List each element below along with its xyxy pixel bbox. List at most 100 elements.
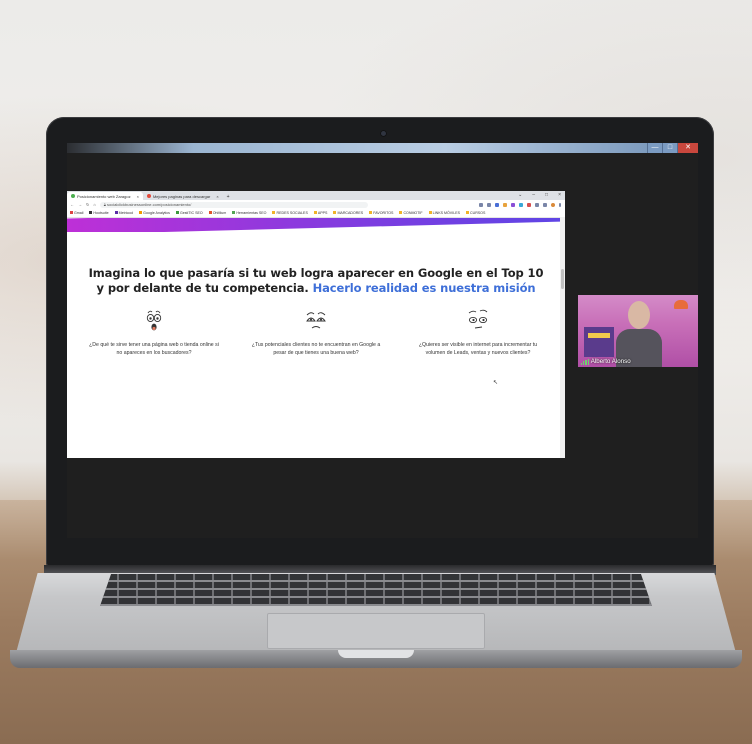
bookmark-star-icon[interactable]: [487, 202, 491, 207]
purple-hero-band: [67, 218, 565, 232]
site-favicon-icon: [146, 194, 151, 198]
puzzle-icon[interactable]: [535, 202, 539, 207]
tab-posicionamiento[interactable]: Posicionamiento web Zaragoz ×: [67, 192, 143, 200]
bookmark-gmail[interactable]: Gmail: [70, 211, 83, 215]
close-icon[interactable]: ×: [558, 192, 561, 198]
bookmark-folder-conmotif[interactable]: CONMOTIF: [399, 211, 423, 215]
folder-icon: [313, 211, 317, 214]
host-window-controls: — □ ✕: [647, 143, 698, 153]
feature-item: ¿Quieres ser visible en internet para in…: [413, 308, 543, 357]
folder-icon: [428, 211, 432, 214]
forward-arrow-icon[interactable]: →: [78, 202, 82, 207]
bookmark-ohmium[interactable]: OhMium: [208, 211, 226, 215]
laptop-camera: [380, 130, 387, 137]
bookmark-folder-marcadores[interactable]: MARCADORES: [333, 211, 363, 215]
bookmark-metricool[interactable]: Metricool: [114, 211, 133, 215]
browser-window-controls: ⌄ – □ ×: [518, 192, 561, 198]
headline-line-2: y por delante de tu competencia. Hacerlo…: [67, 281, 565, 296]
webcam-thumbnail[interactable]: Alberto Alonso: [578, 295, 698, 367]
home-icon[interactable]: ⌂: [93, 202, 95, 207]
extension-icon[interactable]: [495, 202, 499, 207]
feature-item: ¿Tus potenciales clientes no te encuentr…: [251, 308, 381, 357]
tab-mejores-paginas[interactable]: Mejores paginas para descargar ×: [143, 192, 223, 200]
feature-text: ¿Tus potenciales clientes no te encuentr…: [251, 342, 381, 356]
worried-face-icon: [251, 308, 381, 336]
herramientas-icon: [232, 211, 236, 214]
close-tab-icon[interactable]: ×: [216, 194, 218, 199]
close-button[interactable]: ✕: [677, 143, 698, 153]
close-tab-icon[interactable]: ×: [137, 194, 139, 199]
back-arrow-icon[interactable]: ←: [70, 202, 74, 207]
url-input[interactable]: 🔒︎ socialclickbusinessonline.com/posicio…: [99, 201, 368, 208]
menu-dots-icon[interactable]: [559, 202, 561, 207]
lamp-shape: [674, 300, 688, 309]
minimize-button[interactable]: —: [647, 143, 662, 153]
gestitic-icon: [175, 211, 179, 214]
folder-icon: [333, 211, 337, 214]
extension-icon[interactable]: [519, 202, 523, 207]
mouse-cursor-icon: ↖: [493, 380, 499, 386]
bookmark-google-analytics[interactable]: Google Analytics: [139, 211, 170, 215]
headline-line-1: Imagina lo que pasaría si tu web logra a…: [88, 266, 544, 280]
share-icon[interactable]: [479, 202, 483, 207]
feature-list: ¿De qué te sirve tener una página web o …: [67, 308, 565, 357]
chevron-down-icon[interactable]: ⌄: [518, 192, 522, 198]
folder-icon: [369, 211, 373, 214]
participant-label: Alberto Alonso: [581, 358, 631, 365]
background-shelf-item: [588, 333, 610, 338]
url-text: socialclickbusinessonline.com/posicionam…: [107, 201, 192, 207]
tab-label: Posicionamiento web Zaragoz: [77, 193, 131, 199]
bookmarks-bar: Gmail Hootsuite Metricool Google Analyti…: [67, 209, 565, 218]
extension-icon[interactable]: [503, 202, 507, 207]
participant-head: [628, 301, 650, 329]
browser-tab-strip: Posicionamiento web Zaragoz × Mejores pa…: [67, 191, 565, 200]
sidebar-icon[interactable]: [543, 202, 547, 207]
hootsuite-icon: [89, 211, 93, 214]
maximize-button[interactable]: □: [662, 143, 677, 153]
shocked-face-icon: [89, 308, 219, 336]
gmail-icon: [70, 211, 73, 214]
keyboard-rows: [100, 574, 652, 606]
skeptical-face-icon: [413, 308, 543, 336]
extension-icon[interactable]: [527, 202, 531, 207]
tab-label: Mejores paginas para descargar: [152, 193, 211, 199]
bookmark-herramientas-seo[interactable]: Herramientas SEO: [232, 211, 266, 215]
bookmark-folder-apps[interactable]: APPS: [313, 211, 327, 215]
page-scrollbar[interactable]: [560, 217, 565, 458]
browser-window: Posicionamiento web Zaragoz × Mejores pa…: [67, 191, 565, 458]
trackpad: [267, 613, 485, 649]
minimize-icon[interactable]: –: [532, 192, 535, 198]
feature-text: ¿Quieres ser visible en internet para in…: [418, 342, 538, 356]
new-tab-button[interactable]: +: [223, 194, 234, 200]
bookmark-folder-links-moviles[interactable]: LINKS MÓVILES: [428, 211, 460, 215]
feature-item: ¿De qué te sirve tener una página web o …: [89, 308, 219, 357]
bookmark-folder-redes[interactable]: REDES SOCIALES: [272, 211, 308, 215]
bookmark-folder-favoritos[interactable]: FAVORITOS: [369, 211, 393, 215]
bookmark-hootsuite[interactable]: Hootsuite: [89, 211, 109, 215]
site-favicon-icon: [71, 194, 75, 198]
bookmark-folder-cursos[interactable]: CURSOS: [466, 211, 485, 215]
headline-accent: Hacerlo realidad es nuestra misión: [312, 281, 536, 295]
background-shelf: [584, 327, 614, 357]
profile-avatar-icon[interactable]: [551, 202, 555, 207]
laptop-screen: — □ ✕ Posicionamiento web Zaragoz × Mejo…: [67, 143, 698, 538]
signal-strength-icon: [581, 358, 589, 365]
bookmark-gestitic-seo[interactable]: GestiTIC SEO: [175, 211, 203, 215]
host-window-titlebar: — □ ✕: [67, 143, 698, 153]
lock-icon: 🔒︎: [103, 201, 106, 207]
reload-icon[interactable]: ↻: [86, 202, 89, 207]
ohmium-icon: [208, 211, 212, 214]
address-bar-row: ← → ↻ ⌂ 🔒︎ socialclickbusinessonline.com…: [67, 200, 565, 209]
page-headline: Imagina lo que pasaría si tu web logra a…: [67, 266, 565, 296]
headline-line-2-text: y por delante de tu competencia.: [96, 281, 309, 295]
folder-icon: [399, 211, 403, 214]
maximize-icon[interactable]: □: [545, 192, 548, 198]
folder-icon: [466, 211, 469, 214]
laptop-notch: [338, 650, 414, 658]
participant-name: Alberto Alonso: [590, 358, 631, 365]
metricool-icon: [114, 211, 118, 214]
extension-icon[interactable]: [511, 202, 515, 207]
extensions-toolbar: [479, 202, 565, 207]
feature-text: ¿De qué te sirve tener una página web o …: [89, 342, 219, 356]
scrollbar-thumb[interactable]: [561, 269, 564, 289]
